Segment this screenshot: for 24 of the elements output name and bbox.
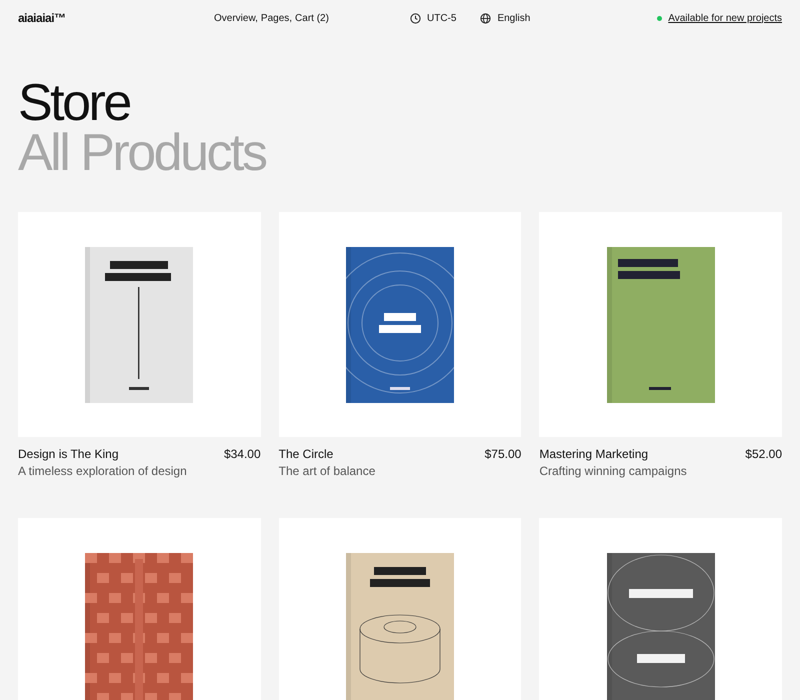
- product-card[interactable]: [18, 212, 261, 437]
- product-card[interactable]: [278, 518, 522, 700]
- product-description: The art of balance: [278, 464, 376, 478]
- timezone-label: UTC-5: [427, 12, 456, 24]
- product-card[interactable]: [278, 212, 522, 437]
- nav-link[interactable]: Cart (2): [295, 12, 329, 24]
- product-title[interactable]: The Circle: [278, 447, 334, 461]
- globe-icon: [480, 12, 492, 24]
- language-link[interactable]: English: [497, 12, 530, 24]
- product-title[interactable]: Mastering Marketing: [539, 447, 648, 461]
- product-description: Crafting winning campaigns: [539, 464, 688, 478]
- nav-link[interactable]: Overview,: [214, 12, 258, 24]
- nav-link[interactable]: Pages,: [260, 12, 292, 24]
- availability-link[interactable]: Available for new projects: [668, 12, 782, 24]
- page-title: Store: [18, 78, 131, 128]
- clock-icon: [410, 12, 421, 24]
- product-price: $34.00: [224, 447, 261, 461]
- product-price: $75.00: [484, 447, 522, 461]
- product-price: $52.00: [745, 447, 782, 461]
- logo[interactable]: aiaiaiai™: [18, 11, 214, 25]
- page-subtitle: All Products: [18, 128, 267, 178]
- product-card[interactable]: [539, 518, 782, 700]
- product-title[interactable]: Design is The King: [18, 447, 118, 461]
- product-description: A timeless exploration of design: [18, 464, 188, 478]
